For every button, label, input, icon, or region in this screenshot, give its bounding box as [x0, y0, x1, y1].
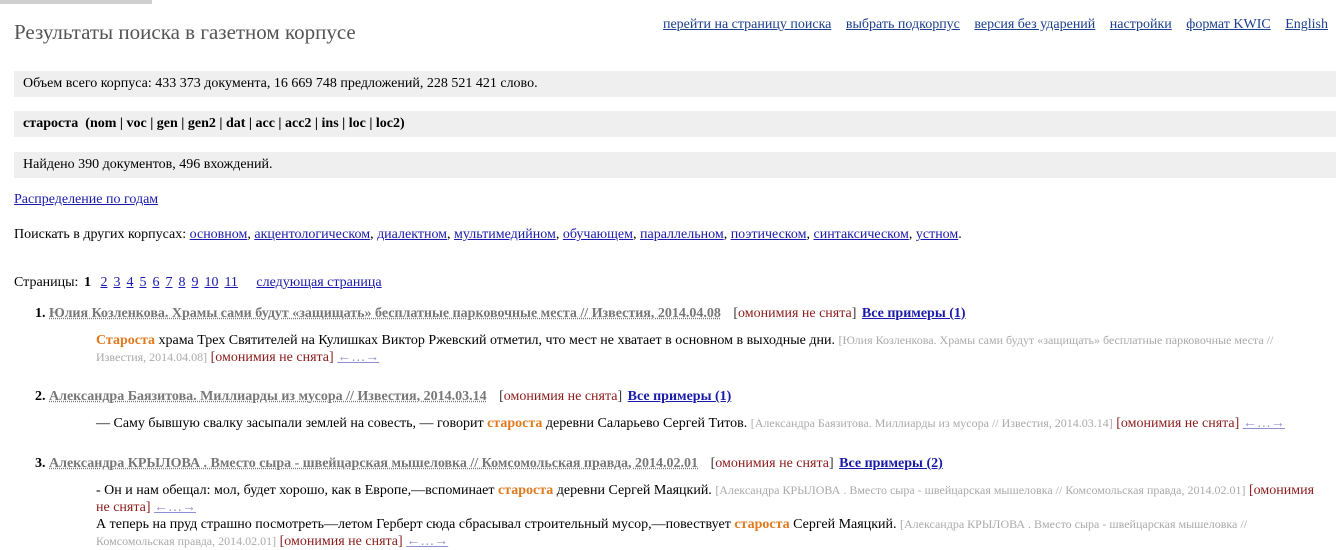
- result-header: 1. Юлия Козленкова. Храмы сами будут «за…: [35, 306, 966, 322]
- snippet-keyword: староста: [497, 483, 554, 498]
- current-page: 1: [83, 275, 91, 290]
- snippet-omonymy[interactable]: [омонимия не снята]: [211, 350, 334, 365]
- page-link[interactable]: 11: [224, 275, 237, 290]
- top-accent-bar: [0, 0, 152, 4]
- nav-search-page-link[interactable]: перейти на страницу поиска: [663, 17, 831, 32]
- other-corpora-line: Поискать в других корпусах: основном, ак…: [14, 227, 962, 243]
- snippet: — Саму бывшую свалку засыпали землей на …: [96, 415, 1316, 432]
- query-box: староста (nom | voc | gen | gen2 | dat |…: [14, 111, 1336, 137]
- query-text: староста (nom | voc | gen | gen2 | dat |…: [23, 116, 405, 131]
- other-corpora-label: Поискать в других корпусах:: [14, 227, 187, 242]
- corpus-link[interactable]: мультимедийном: [454, 227, 556, 242]
- nav-settings-link[interactable]: настройки: [1110, 17, 1172, 32]
- expand-context-link[interactable]: ←…→: [406, 534, 448, 549]
- pagination-label: Страницы:: [14, 275, 79, 290]
- snippet-omonymy[interactable]: [омонимия не снята]: [1116, 416, 1239, 431]
- separator: .: [958, 227, 962, 242]
- corpus-link[interactable]: синтаксическом: [813, 227, 908, 242]
- all-examples-link[interactable]: Все примеры (1): [628, 389, 732, 404]
- separator: ,: [447, 227, 455, 242]
- page-link[interactable]: 7: [165, 275, 172, 290]
- found-box: Найдено 390 документов, 496 вхождений.: [14, 152, 1336, 178]
- separator: ,: [633, 227, 640, 242]
- corpus-link[interactable]: параллельном: [640, 227, 724, 242]
- all-examples-link[interactable]: Все примеры (2): [839, 456, 943, 471]
- result-doc-title[interactable]: Александра Баязитова. Миллиарды из мусор…: [49, 389, 487, 404]
- result-doc-title[interactable]: Александра КРЫЛОВА . Вместо сыра - швейц…: [49, 456, 698, 471]
- corpus-link[interactable]: основном: [190, 227, 248, 242]
- corpus-link[interactable]: поэтическом: [731, 227, 807, 242]
- result-number: 2.: [35, 389, 46, 404]
- separator: ,: [908, 227, 916, 242]
- page-link[interactable]: 9: [191, 275, 198, 290]
- all-examples-link[interactable]: Все примеры (1): [862, 306, 966, 321]
- page-link[interactable]: 8: [178, 275, 185, 290]
- snippet: Староста храма Трех Святителей на Кулишк…: [96, 332, 1316, 366]
- next-page-link[interactable]: следующая страница: [256, 275, 381, 290]
- result-doc-title[interactable]: Юлия Козленкова. Храмы сами будут «защищ…: [49, 306, 721, 321]
- snippet-text-after: Сергей Маяцкий.: [789, 517, 897, 532]
- nav-english-link[interactable]: English: [1285, 17, 1328, 32]
- page-link[interactable]: 2: [100, 275, 107, 290]
- expand-context-link[interactable]: ←…→: [1243, 416, 1285, 431]
- omonymy-note[interactable]: [омонимия не снята]: [711, 456, 834, 471]
- other-corpora-links: основном, акцентологическом, диалектном,…: [190, 227, 962, 242]
- corpus-info-text: Объем всего корпуса: 433 373 документа, …: [23, 76, 538, 91]
- omonymy-note[interactable]: [омонимия не снята]: [733, 306, 856, 321]
- page-link[interactable]: 5: [139, 275, 146, 290]
- top-nav: перейти на страницу поиска выбрать подко…: [652, 17, 1328, 33]
- snippet-text-after: храма Трех Святителей на Кулишках Виктор…: [155, 333, 835, 348]
- pagination: Страницы: 1 2 3 4 5 6 7 8 9 10 11 следующая стран…: [14, 275, 382, 291]
- snippet-text-after: деревни Саларьево Сергей Титов.: [542, 416, 748, 431]
- corpus-link[interactable]: обучающем: [563, 227, 633, 242]
- result-number: 3.: [35, 456, 46, 471]
- result-header: 3. Александра КРЫЛОВА . Вместо сыра - шв…: [35, 456, 943, 472]
- snippet-text-before: А теперь на пруд страшно посмотреть—лето…: [96, 517, 735, 532]
- page-title: Результаты поиска в газетном корпусе: [14, 20, 356, 44]
- corpus-link[interactable]: акцентологическом: [254, 227, 370, 242]
- nav-subcorpus-link[interactable]: выбрать подкорпус: [846, 17, 960, 32]
- snippet-keyword: Староста: [96, 333, 156, 348]
- separator: ,: [723, 227, 731, 242]
- snippet-text-after: деревни Сергей Маяцкий.: [553, 483, 712, 498]
- snippet-text-before: — Саму бывшую свалку засыпали землей на …: [96, 416, 488, 431]
- corpus-link[interactable]: устном: [916, 227, 958, 242]
- page-link[interactable]: 6: [152, 275, 159, 290]
- snippet-keyword: староста: [734, 517, 790, 532]
- distribution-line: Распределение по годам: [14, 192, 158, 208]
- snippet-omonymy[interactable]: [омонимия не снята]: [280, 534, 403, 549]
- snippet-source: [Александра Баязитова. Миллиарды из мусо…: [750, 416, 1113, 430]
- distribution-by-years-link[interactable]: Распределение по годам: [14, 192, 158, 207]
- found-text: Найдено 390 документов, 496 вхождений.: [23, 157, 273, 172]
- page-link[interactable]: 4: [126, 275, 133, 290]
- result-header: 2. Александра Баязитова. Миллиарды из му…: [35, 389, 731, 405]
- snippet: - Он и нам обещал: мол, будет хорошо, ка…: [96, 482, 1316, 516]
- nav-kwic-link[interactable]: формат KWIC: [1186, 17, 1270, 32]
- snippet-source: [Александра КРЫЛОВА . Вместо сыра - швей…: [715, 483, 1246, 497]
- snippet-keyword: староста: [487, 416, 543, 431]
- separator: ,: [370, 227, 378, 242]
- result-number: 1.: [35, 306, 46, 321]
- page-links: 2 3 4 5 6 7 8 9 10 11: [94, 275, 237, 290]
- snippet-text-before: - Он и нам обещал: мол, будет хорошо, ка…: [96, 483, 498, 498]
- corpus-info-box: Объем всего корпуса: 433 373 документа, …: [14, 71, 1336, 97]
- corpus-link[interactable]: диалектном: [377, 227, 447, 242]
- page-link[interactable]: 3: [113, 275, 120, 290]
- nav-no-accents-link[interactable]: версия без ударений: [974, 17, 1095, 32]
- expand-context-link[interactable]: ←…→: [154, 500, 196, 515]
- separator: ,: [555, 227, 563, 242]
- page-link[interactable]: 10: [204, 275, 218, 290]
- omonymy-note[interactable]: [омонимия не снята]: [499, 389, 622, 404]
- expand-context-link[interactable]: ←…→: [337, 350, 379, 365]
